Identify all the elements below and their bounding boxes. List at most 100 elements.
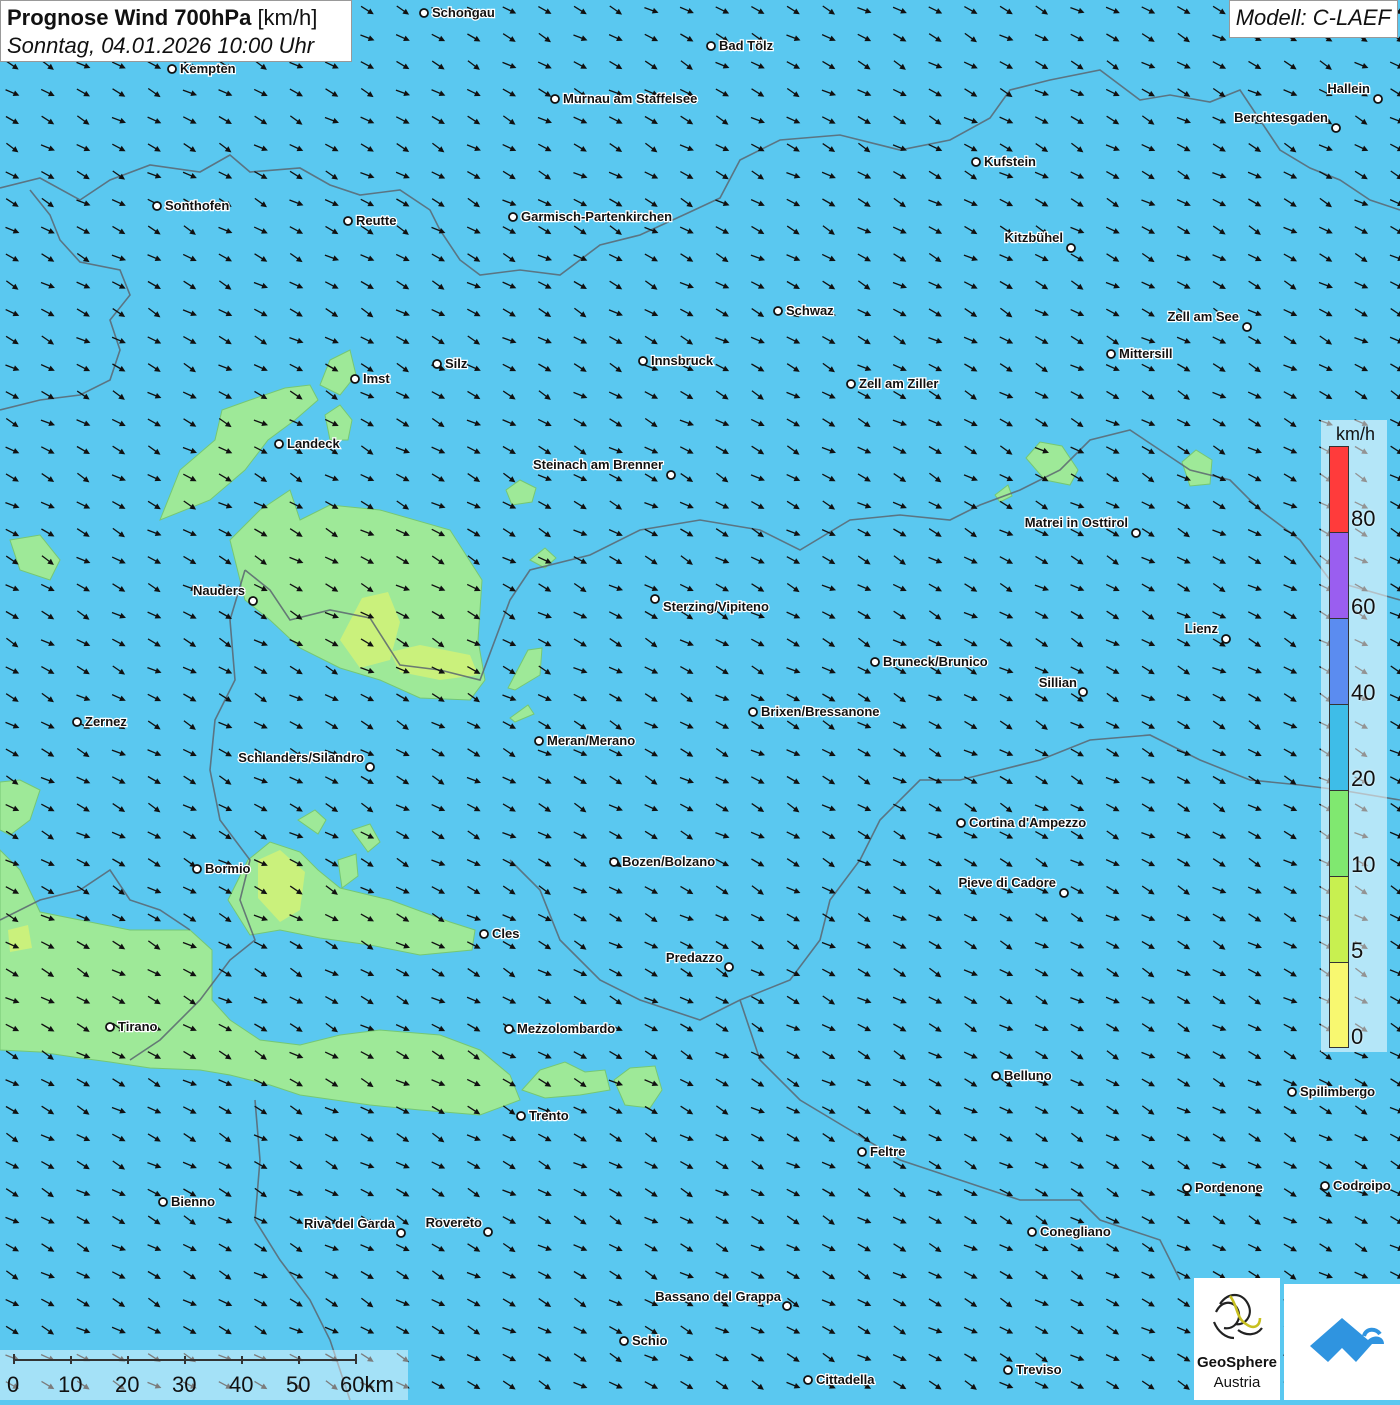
city-label: Innsbruck [651, 353, 714, 368]
city-label: Meran/Merano [547, 733, 635, 748]
geosphere-emblem-icon [1212, 1293, 1263, 1340]
city-label: Brixen/Bressanone [761, 704, 880, 719]
city-marker[interactable]: Conegliano [1027, 1223, 1112, 1240]
city-label: Zell am See [1167, 309, 1239, 324]
app-mountain-icon [1310, 1318, 1384, 1362]
city-dot-icon [782, 1301, 792, 1311]
city-dot-icon [479, 929, 489, 939]
city-dot-icon [650, 594, 660, 604]
city-label: Sonthofen [165, 198, 229, 213]
title-unit: [km/h] [257, 5, 318, 30]
city-dot-icon [1059, 888, 1069, 898]
city-marker[interactable]: Murnau am Staffelsee [550, 90, 699, 107]
city-label: Bassano del Grappa [655, 1289, 781, 1304]
city-label: Schongau [432, 5, 495, 20]
legend-seg-green [1330, 791, 1348, 877]
city-dot-icon [516, 1111, 526, 1121]
city-label: Trento [529, 1108, 569, 1123]
city-dot-icon [396, 1228, 406, 1238]
city-label: Kitzbühel [1005, 230, 1064, 245]
city-dot-icon [638, 356, 648, 366]
city-marker[interactable]: Pordenone [1182, 1179, 1264, 1196]
city-label: Mezzolombardo [517, 1021, 615, 1036]
city-dot-icon [991, 1071, 1001, 1081]
city-marker[interactable]: Spilimbergo [1287, 1083, 1376, 1100]
city-label: Bienno [171, 1194, 215, 1209]
city-marker[interactable]: Innsbruck [638, 352, 715, 369]
model-label: Modell: C-LAEF [1228, 0, 1398, 38]
city-dot-icon [666, 470, 676, 480]
city-dot-icon [1106, 349, 1116, 359]
city-dot-icon [724, 962, 734, 972]
city-dot-icon [846, 379, 856, 389]
city-dot-icon [1131, 528, 1141, 538]
city-marker[interactable]: Garmisch-Partenkirchen [508, 208, 673, 225]
city-marker[interactable]: Zell am Ziller [846, 375, 940, 392]
city-dot-icon [365, 762, 375, 772]
city-marker[interactable]: Mezzolombardo [504, 1020, 616, 1037]
city-marker[interactable]: Cortina d'Ampezzo [956, 814, 1087, 831]
city-label: Matrei in Osttirol [1025, 515, 1128, 530]
city-dot-icon [870, 657, 880, 667]
city-label: Tirano [118, 1019, 158, 1034]
legend-seg-cyan [1330, 705, 1348, 791]
wind-map[interactable]: Schongau Bad Tölz Kempten Murnau am Staffel… [0, 0, 1400, 1400]
city-label: Kufstein [984, 154, 1036, 169]
city-label: Silz [445, 356, 468, 371]
city-dot-icon [1331, 123, 1341, 133]
city-dot-icon [773, 306, 783, 316]
legend-colorbar [1329, 446, 1349, 1048]
city-dot-icon [504, 1024, 514, 1034]
city-label: Cortina d'Ampezzo [969, 815, 1086, 830]
legend-tick: 10 [1351, 852, 1376, 877]
scale-label: 50 [286, 1372, 311, 1397]
scale-label: 20 [115, 1372, 140, 1397]
city-label: Cles [492, 926, 519, 941]
app-logo[interactable] [1284, 1284, 1400, 1400]
city-label: Bormio [205, 861, 251, 876]
city-label: Schlanders/Silandro [238, 750, 364, 765]
city-label: Garmisch-Partenkirchen [521, 209, 672, 224]
legend-tick: 80 [1351, 506, 1376, 531]
city-label: Bruneck/Brunico [883, 654, 988, 669]
geosphere-logo[interactable]: GeoSphere Austria [1194, 1278, 1280, 1400]
legend-tick: 5 [1351, 938, 1364, 963]
city-dot-icon [192, 864, 202, 874]
scale-label: 60km [340, 1372, 394, 1397]
city-label: Murnau am Staffelsee [563, 91, 697, 106]
city-label: Bozen/Bolzano [622, 854, 715, 869]
city-dot-icon [274, 439, 284, 449]
city-label: Spilimbergo [1300, 1084, 1375, 1099]
legend-seg-yellow [1330, 963, 1348, 1047]
city-label: Conegliano [1040, 1224, 1111, 1239]
city-label: Zell am Ziller [859, 376, 938, 391]
city-label: Mittersill [1119, 346, 1172, 361]
city-label: Steinach am Brenner [533, 457, 663, 472]
city-label: Riva del Garda [304, 1216, 396, 1231]
legend-seg-lime [1330, 877, 1348, 963]
city-dot-icon [1221, 634, 1231, 644]
city-dot-icon [748, 707, 758, 717]
city-marker[interactable]: Meran/Merano [534, 732, 636, 749]
city-label: Hallein [1327, 81, 1370, 96]
city-label: Sillian [1039, 675, 1077, 690]
city-label: Predazzo [666, 950, 723, 965]
city-marker[interactable]: Bruneck/Brunico [870, 653, 989, 670]
city-dot-icon [1182, 1183, 1192, 1193]
city-label: Reutte [356, 213, 396, 228]
legend-tick: 20 [1351, 766, 1376, 791]
city-dot-icon [1066, 243, 1076, 253]
city-dot-icon [158, 1197, 168, 1207]
city-marker[interactable]: Schongau [419, 4, 496, 21]
logo-text-line1: GeoSphere [1196, 1354, 1278, 1371]
city-dot-icon [1242, 322, 1252, 332]
city-label: Berchtesgaden [1234, 110, 1328, 125]
city-label: Cittadella [816, 1372, 875, 1387]
city-label: Landeck [287, 436, 341, 451]
city-marker[interactable]: Sonthofen [152, 197, 231, 214]
city-dot-icon [343, 216, 353, 226]
city-dot-icon [72, 717, 82, 727]
city-marker[interactable]: Brixen/Bressanone [748, 703, 881, 720]
city-marker[interactable]: Bozen/Bolzano [609, 853, 716, 870]
city-dot-icon [956, 818, 966, 828]
